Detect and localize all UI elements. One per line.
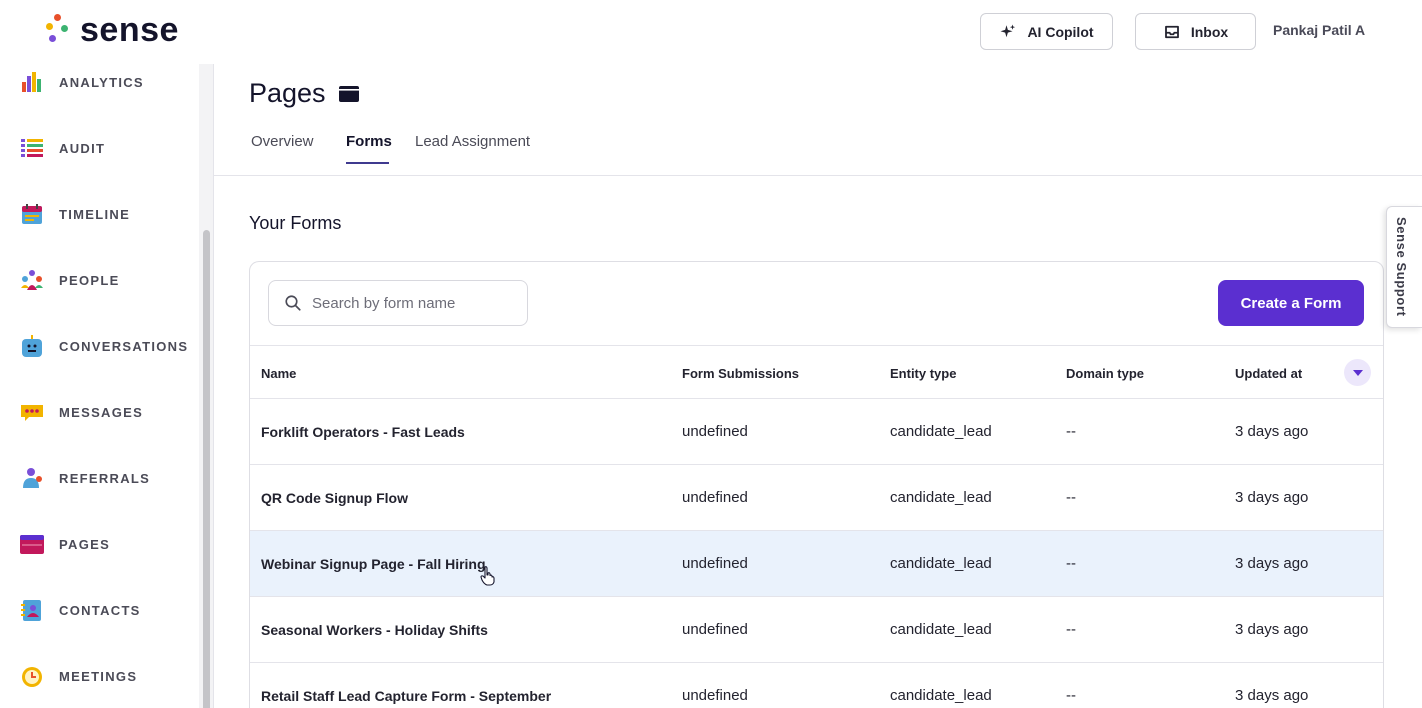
ai-copilot-label: AI Copilot	[1027, 23, 1094, 40]
entity-type: candidate_lead	[890, 621, 992, 638]
logo-dots-icon	[44, 12, 70, 48]
sparkle-icon	[1000, 24, 1016, 37]
inbox-button[interactable]: Inbox	[1135, 13, 1256, 50]
domain-type: --	[1066, 489, 1076, 506]
inbox-tray-icon	[1164, 25, 1179, 38]
sidebar-item-label: PAGES	[59, 536, 111, 552]
form-submissions: undefined	[682, 555, 748, 572]
browser-window-icon	[20, 535, 44, 554]
column-header-updated-at[interactable]: Updated at	[1235, 366, 1302, 381]
brand-name: sense	[80, 11, 179, 49]
sidebar-item-label: CONVERSATIONS	[59, 338, 189, 354]
bar-chart-icon	[22, 72, 41, 92]
sidebar-item-contacts[interactable]: CONTACTS	[0, 590, 200, 630]
sidebar-item-label: AUDIT	[59, 140, 106, 156]
sense-logo[interactable]: sense	[44, 12, 179, 48]
table-header: Name Form Submissions Entity type Domain…	[250, 345, 1383, 399]
tab-forms[interactable]: Forms	[346, 133, 392, 150]
sense-support-tab[interactable]: Sense Support	[1386, 206, 1422, 328]
domain-type: --	[1066, 555, 1076, 572]
entity-type: candidate_lead	[890, 423, 992, 440]
domain-type: --	[1066, 423, 1076, 440]
updated-at: 3 days ago	[1235, 621, 1309, 638]
form-name[interactable]: Seasonal Workers - Holiday Shifts	[261, 622, 488, 638]
sidebar-scrollbar-thumb[interactable]	[203, 230, 210, 708]
user-menu[interactable]: Pankaj Patil A	[1273, 22, 1365, 38]
sidebar-item-label: MESSAGES	[59, 404, 144, 420]
sidebar-item-label: CONTACTS	[59, 602, 141, 618]
table-row[interactable]: Forklift Operators - Fast Leads undefine…	[250, 399, 1383, 465]
sidebar-item-pages[interactable]: PAGES	[0, 524, 200, 564]
form-submissions: undefined	[682, 423, 748, 440]
form-name[interactable]: Forklift Operators - Fast Leads	[261, 424, 465, 440]
ai-copilot-button[interactable]: AI Copilot	[980, 13, 1113, 50]
sidebar-item-conversations[interactable]: CONVERSATIONS	[0, 326, 200, 366]
search-input[interactable]	[312, 294, 512, 312]
table-row[interactable]: Seasonal Workers - Holiday Shifts undefi…	[250, 597, 1383, 663]
sidebar-item-analytics[interactable]: ANALYTICS	[0, 64, 200, 102]
sidebar-item-label: MEETINGS	[59, 668, 138, 684]
entity-type: candidate_lead	[890, 489, 992, 506]
sidebar-item-referrals[interactable]: REFERRALS	[0, 458, 200, 498]
column-header-form-submissions[interactable]: Form Submissions	[682, 366, 799, 381]
chat-bot-icon	[22, 335, 42, 357]
active-tab-indicator	[346, 162, 389, 164]
alarm-clock-icon	[22, 667, 42, 687]
table-row[interactable]: Webinar Signup Page - Fall Hiring undefi…	[250, 531, 1383, 597]
updated-at: 3 days ago	[1235, 489, 1309, 506]
referral-person-icon	[23, 468, 42, 488]
sidebar-item-label: PEOPLE	[59, 272, 120, 288]
tab-lead-assignment[interactable]: Lead Assignment	[415, 133, 530, 150]
entity-type: candidate_lead	[890, 555, 992, 572]
top-bar: sense AI Copilot Inbox Pankaj Patil A	[0, 0, 1422, 64]
page-title: Pages	[249, 78, 360, 109]
column-header-domain-type[interactable]: Domain type	[1066, 366, 1144, 381]
sidebar-item-people[interactable]: PEOPLE	[0, 260, 200, 300]
search-icon	[285, 295, 301, 311]
tabs-divider	[214, 175, 1422, 176]
table-row[interactable]: QR Code Signup Flow undefined candidate_…	[250, 465, 1383, 531]
domain-type: --	[1066, 621, 1076, 638]
form-submissions: undefined	[682, 687, 748, 704]
sidebar-item-meetings[interactable]: MEETINGS	[0, 656, 200, 696]
search-box[interactable]	[268, 280, 528, 326]
sidebar-item-label: ANALYTICS	[59, 74, 144, 90]
tab-overview[interactable]: Overview	[251, 133, 314, 150]
sidebar-item-label: REFERRALS	[59, 470, 151, 486]
create-form-button[interactable]: Create a Form	[1218, 280, 1364, 326]
forms-card: Create a Form Name Form Submissions Enti…	[249, 261, 1384, 708]
sidebar: ANALYTICS AUDIT TIMELINE PEOPLE CONVERSA…	[0, 64, 214, 708]
sidebar-item-audit[interactable]: AUDIT	[0, 128, 200, 168]
caret-down-icon	[1352, 369, 1363, 376]
column-header-entity-type[interactable]: Entity type	[890, 366, 956, 381]
sidebar-item-timeline[interactable]: TIMELINE	[0, 194, 200, 234]
list-icon	[21, 139, 43, 157]
section-title: Your Forms	[249, 213, 342, 233]
people-icon	[21, 270, 43, 290]
page-title-text: Pages	[249, 78, 326, 108]
browser-window-icon	[338, 85, 359, 102]
contact-book-icon	[21, 600, 41, 621]
sidebar-item-label: TIMELINE	[59, 206, 131, 222]
form-name[interactable]: Retail Staff Lead Capture Form - Septemb…	[261, 688, 551, 704]
entity-type: candidate_lead	[890, 687, 992, 704]
calendar-icon	[22, 204, 42, 224]
updated-at: 3 days ago	[1235, 423, 1309, 440]
form-name[interactable]: QR Code Signup Flow	[261, 490, 408, 506]
form-name[interactable]: Webinar Signup Page - Fall Hiring	[261, 556, 486, 572]
domain-type: --	[1066, 687, 1076, 704]
column-header-name[interactable]: Name	[261, 366, 296, 381]
table-row[interactable]: Retail Staff Lead Capture Form - Septemb…	[250, 663, 1383, 708]
updated-at: 3 days ago	[1235, 687, 1309, 704]
hand-pointer-cursor-icon	[480, 566, 495, 586]
form-submissions: undefined	[682, 489, 748, 506]
inbox-label: Inbox	[1190, 23, 1229, 40]
sort-button[interactable]	[1344, 359, 1371, 386]
message-bubble-icon	[21, 405, 43, 421]
form-submissions: undefined	[682, 621, 748, 638]
sense-support-label: Sense Support	[1394, 217, 1409, 317]
sidebar-item-messages[interactable]: MESSAGES	[0, 392, 200, 432]
updated-at: 3 days ago	[1235, 555, 1309, 572]
